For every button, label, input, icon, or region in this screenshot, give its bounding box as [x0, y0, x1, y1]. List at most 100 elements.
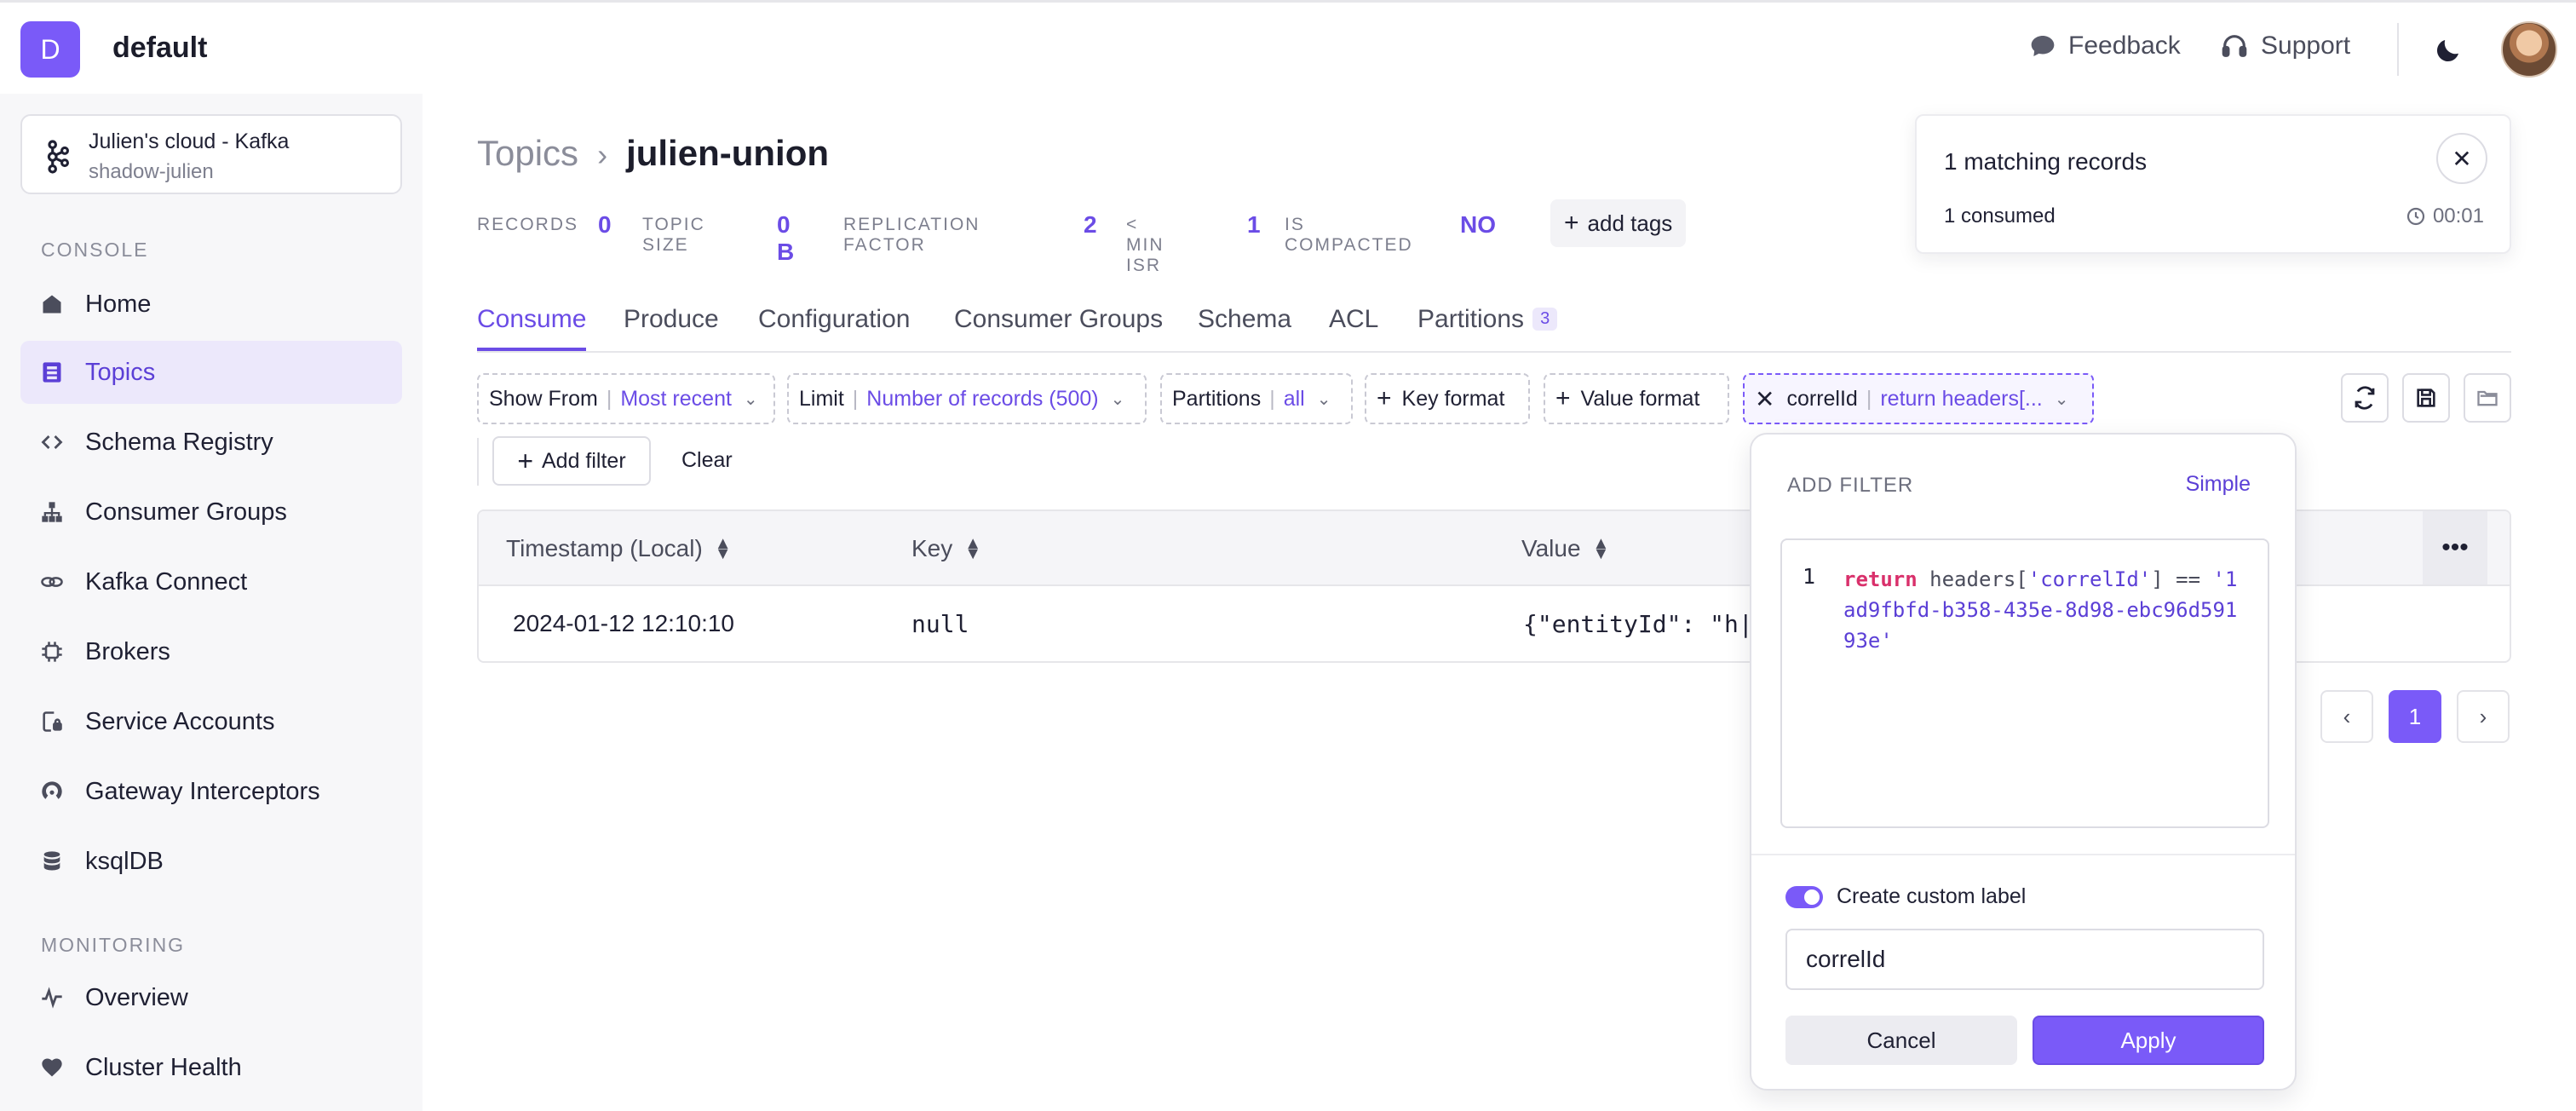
apply-button[interactable]: Apply: [2033, 1016, 2264, 1065]
sidebar-item-label: Cluster Health: [85, 1053, 242, 1081]
value-format-filter[interactable]: + Value format: [1544, 373, 1729, 424]
key-format-filter[interactable]: + Key format: [1365, 373, 1530, 424]
sidebar-item-topics[interactable]: Topics: [20, 341, 402, 404]
user-avatar[interactable]: [2501, 21, 2557, 78]
moon-icon[interactable]: [2433, 35, 2464, 66]
hierarchy-icon: [39, 499, 65, 525]
headset-icon: [2222, 35, 2247, 57]
tab-partitions[interactable]: Partitions 3: [1417, 305, 1558, 351]
chevron-right-icon: ›: [597, 137, 608, 172]
tab-consumer-groups[interactable]: Consumer Groups: [954, 305, 1163, 351]
cluster-name: Julien's cloud - Kafka: [89, 130, 290, 153]
sidebar-item-kafka-connect[interactable]: Kafka Connect: [20, 550, 402, 613]
refresh-button[interactable]: [2341, 373, 2389, 423]
org-avatar[interactable]: D: [20, 21, 80, 78]
clock-icon: [2406, 207, 2425, 226]
close-icon[interactable]: ✕: [1755, 385, 1774, 413]
more-options-button[interactable]: •••: [2423, 511, 2487, 584]
value-format-label: Value format: [1580, 386, 1700, 411]
toast-close-button[interactable]: ✕: [2436, 133, 2487, 184]
simple-mode-link[interactable]: Simple: [2186, 472, 2251, 497]
cluster-selector[interactable]: Julien's cloud - Kafka shadow-julien: [20, 114, 402, 194]
min-isr-label: < MIN ISR: [1126, 215, 1164, 275]
plus-icon: +: [1377, 384, 1392, 412]
limit-filter[interactable]: Limit | Number of records (500) ⌄: [787, 373, 1147, 424]
custom-filter-value: return headers[...: [1880, 386, 2043, 411]
support-link[interactable]: Support: [2220, 32, 2350, 60]
feedback-link[interactable]: Feedback: [2029, 32, 2181, 60]
sidebar-item-consumer-groups[interactable]: Consumer Groups: [20, 481, 402, 544]
tab-produce[interactable]: Produce: [624, 305, 719, 351]
link-icon: [39, 569, 65, 595]
filter-code-editor[interactable]: 1 return headers['correlId'] == '1ad9fbf…: [1780, 538, 2269, 828]
show-from-label: Show From: [489, 386, 598, 411]
topic-tabs: Consume Produce Configuration Consumer G…: [477, 300, 2511, 353]
add-filter-popover: ADD FILTER Simple 1 return headers['corr…: [1750, 433, 2297, 1091]
sidebar-item-label: Topics: [85, 358, 156, 386]
tab-consume[interactable]: Consume: [477, 305, 587, 351]
partitions-label: Partitions: [1172, 386, 1262, 411]
sidebar-item-home[interactable]: Home: [20, 273, 402, 336]
plus-icon: +: [1564, 209, 1579, 237]
toggle-label: Create custom label: [1837, 884, 2027, 908]
plus-icon: +: [1555, 384, 1571, 412]
sidebar-item-gateway-interceptors[interactable]: Gateway Interceptors: [20, 760, 402, 823]
limit-value: Number of records (500): [866, 386, 1099, 411]
pulse-icon: [39, 985, 65, 1010]
add-filter-button[interactable]: + Add filter: [492, 436, 651, 486]
sidebar-item-label: Consumer Groups: [85, 498, 287, 526]
sidebar-item-overview[interactable]: Overview: [20, 966, 402, 1029]
cell-value: {"entityId": "h|: [1523, 610, 1753, 638]
sidebar-item-ksqldb[interactable]: ksqlDB: [20, 830, 402, 893]
topic-size-value: 0 B: [777, 211, 795, 265]
save-button[interactable]: [2402, 373, 2450, 423]
tab-schema[interactable]: Schema: [1198, 305, 1291, 351]
custom-label-input[interactable]: correlId: [1785, 929, 2264, 990]
code-line: return headers['correlId'] == '1ad9fbfd-…: [1843, 564, 2244, 656]
sidebar-item-brokers[interactable]: Brokers: [20, 620, 402, 683]
code-text: ] ==: [2151, 567, 2213, 591]
home-icon: [39, 291, 65, 317]
elapsed-value: 00:01: [2432, 204, 2484, 227]
breadcrumb-parent[interactable]: Topics: [477, 133, 578, 173]
close-icon: ✕: [2452, 145, 2472, 172]
toast-title: 1 matching records: [1944, 148, 2148, 175]
tab-acl[interactable]: ACL: [1329, 305, 1378, 351]
cancel-button[interactable]: Cancel: [1785, 1016, 2017, 1065]
custom-label-toggle[interactable]: [1785, 886, 1823, 908]
chevron-down-icon: ⌄: [1316, 389, 1331, 409]
chevron-down-icon: ⌄: [1110, 389, 1125, 409]
custom-filter-chip[interactable]: ✕ correlId | return headers[... ⌄: [1743, 373, 2094, 424]
org-name[interactable]: default: [112, 32, 207, 65]
column-header-key[interactable]: Key ▲ ▼: [911, 535, 981, 562]
more-horizontal-icon: •••: [2441, 533, 2469, 561]
sort-icon: ▲ ▼: [964, 534, 982, 563]
sort-icon: ▲ ▼: [714, 534, 732, 563]
clear-filters-button[interactable]: Clear: [681, 448, 733, 473]
column-header-value[interactable]: Value ▲ ▼: [1521, 535, 1609, 562]
previous-page-button[interactable]: ‹: [2320, 690, 2373, 743]
replication-label: REPLICATION FACTOR: [843, 215, 980, 255]
sidebar-item-label: Overview: [85, 983, 188, 1011]
records-value: 0: [598, 211, 612, 238]
records-label: RECORDS: [477, 215, 579, 234]
tab-configuration[interactable]: Configuration: [758, 305, 910, 351]
sidebar-item-schema-registry[interactable]: Schema Registry: [20, 411, 402, 474]
show-from-filter[interactable]: Show From | Most recent ⌄: [477, 373, 775, 424]
sidebar-item-service-accounts[interactable]: Service Accounts: [20, 690, 402, 753]
open-folder-button[interactable]: [2464, 373, 2511, 423]
gateway-icon: [39, 779, 65, 804]
page-button-current[interactable]: 1: [2389, 690, 2441, 743]
partitions-filter[interactable]: Partitions | all ⌄: [1160, 373, 1353, 424]
column-header-timestamp[interactable]: Timestamp (Local) ▲ ▼: [506, 535, 732, 562]
partitions-count-badge: 3: [1532, 308, 1558, 331]
cell-key: null: [911, 610, 969, 638]
sidebar-item-cluster-health[interactable]: Cluster Health: [20, 1036, 402, 1099]
next-page-button[interactable]: ›: [2457, 690, 2510, 743]
key-format-label: Key format: [1401, 386, 1505, 411]
support-label: Support: [2261, 32, 2351, 60]
chat-bubble-icon: [2031, 36, 2055, 56]
sidebar-item-label: ksqlDB: [85, 847, 164, 875]
sidebar: Julien's cloud - Kafka shadow-julien CON…: [0, 94, 423, 1111]
add-tags-button[interactable]: + add tags: [1550, 199, 1687, 247]
